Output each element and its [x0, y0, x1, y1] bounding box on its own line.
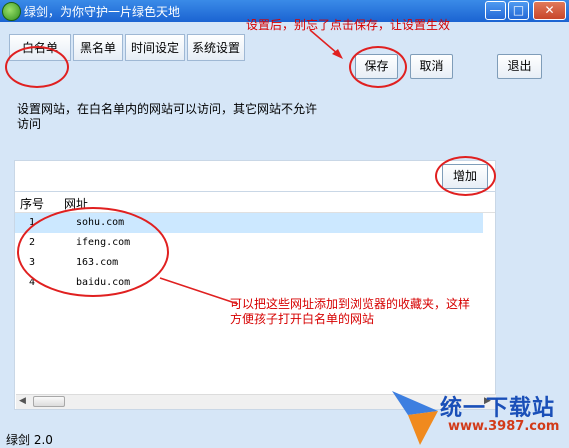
minimize-button[interactable]: —	[485, 1, 506, 20]
row-url: 163.com	[76, 257, 119, 268]
status-version: 绿剑 2.0	[6, 433, 53, 447]
app-logo-icon	[2, 2, 21, 21]
exit-button[interactable]: 退出	[497, 54, 542, 79]
favorites-tip-note: 可以把这些网址添加到浏览器的收藏夹，这样方便孩子打开白名单的网站	[230, 297, 471, 326]
row-number: 1	[29, 217, 36, 228]
cancel-button[interactable]: 取消	[410, 54, 453, 79]
table-row[interactable]: 1 sohu.com	[15, 213, 483, 233]
row-url: baidu.com	[76, 277, 131, 288]
tab-whitelist[interactable]: 白名单	[9, 34, 71, 61]
table-row[interactable]: 3 163.com	[15, 253, 483, 273]
table-header: 序号 网址	[15, 192, 495, 213]
scroll-thumb[interactable]	[33, 396, 65, 407]
maximize-button[interactable]: □	[508, 1, 529, 20]
row-url: sohu.com	[76, 217, 125, 228]
row-number: 3	[29, 257, 36, 268]
watermark-brand: 统一下载站	[440, 396, 556, 421]
column-header-number: 序号	[20, 197, 45, 211]
whitelist-description: 设置网站，在白名单内的网站可以访问，其它网站不允许访问	[17, 102, 318, 131]
add-button[interactable]: 增加	[442, 164, 488, 189]
window-title: 绿剑，为你守护一片绿色天地	[24, 5, 181, 19]
url-input-bar[interactable]	[14, 160, 496, 192]
row-number: 4	[29, 277, 36, 288]
column-header-url: 网址	[64, 197, 89, 211]
table-row[interactable]: 2 ifeng.com	[15, 233, 483, 253]
scroll-left-icon[interactable]: ◀	[19, 396, 26, 406]
table-row[interactable]: 4 baidu.com	[15, 273, 483, 293]
close-button[interactable]: ✕	[533, 1, 566, 20]
tab-blacklist[interactable]: 黑名单	[73, 34, 123, 61]
tab-system-settings[interactable]: 系统设置	[187, 34, 245, 61]
tab-time-settings[interactable]: 时间设定	[125, 34, 185, 61]
row-number: 2	[29, 237, 36, 248]
save-reminder-note: 设置后，别忘了点击保存，让设置生效	[246, 18, 451, 32]
row-url: ifeng.com	[76, 237, 131, 248]
watermark-url: www.3987.com	[448, 419, 560, 434]
save-button[interactable]: 保存	[355, 54, 398, 79]
